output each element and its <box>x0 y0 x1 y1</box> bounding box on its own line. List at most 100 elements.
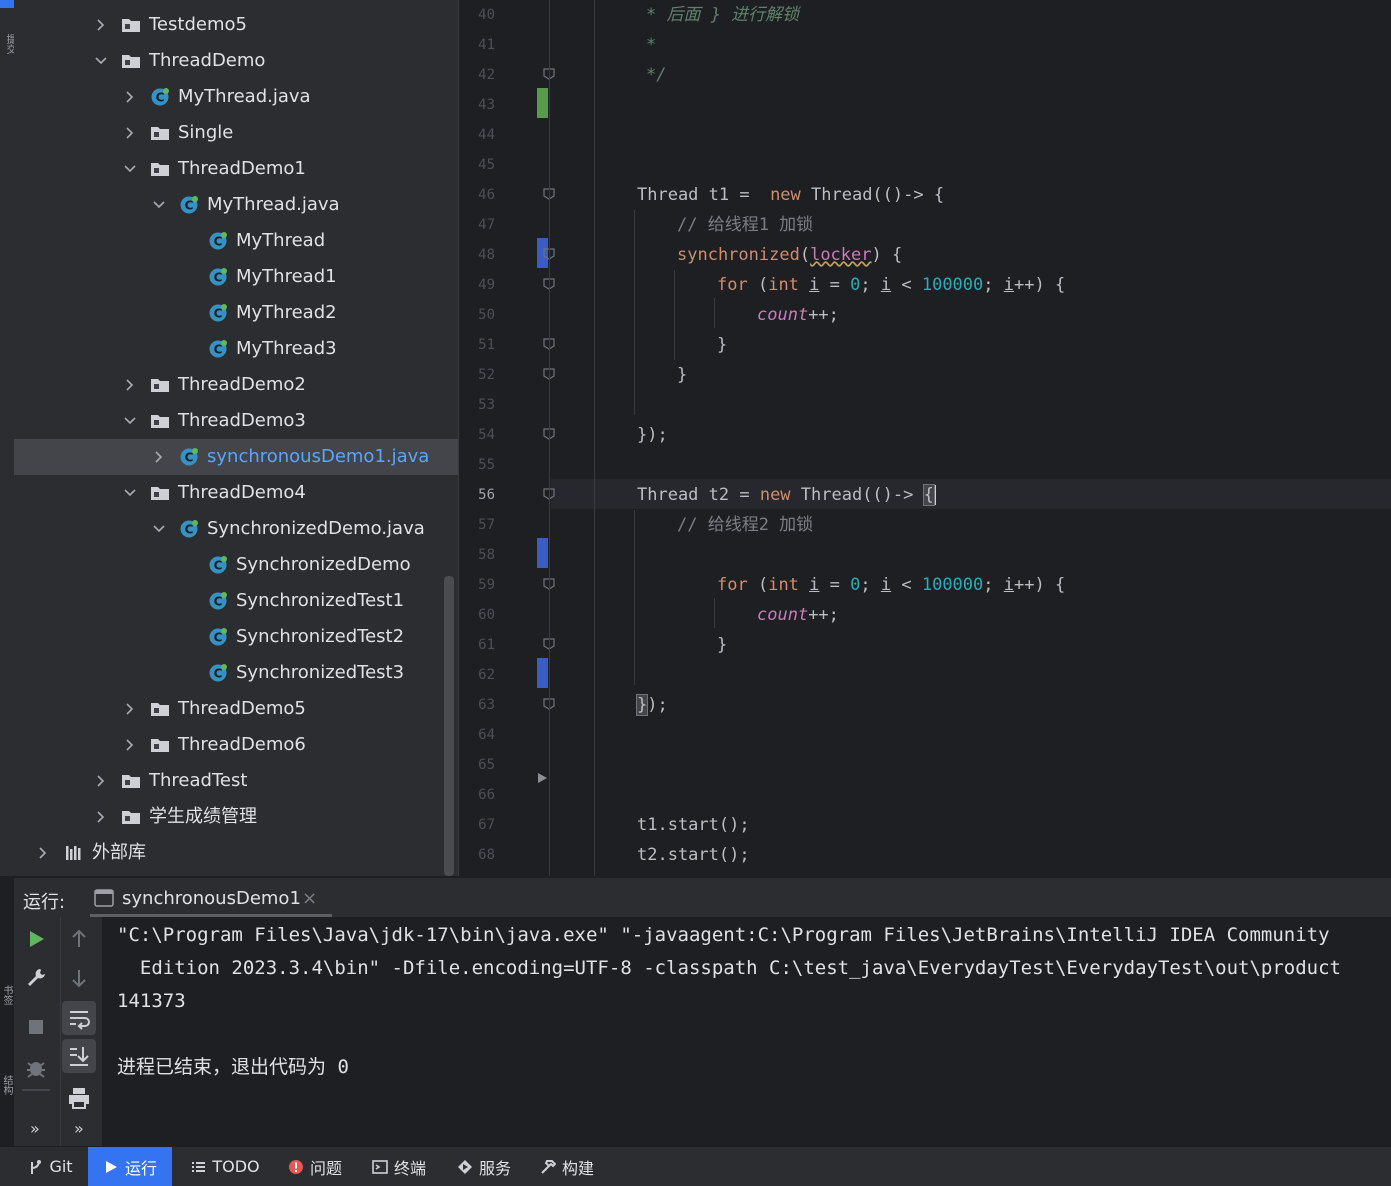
toolwindow-label: 服务 <box>478 1158 511 1178</box>
rerun-icon[interactable] <box>22 925 50 953</box>
tree-item[interactable]: ThreadDemo6 <box>14 727 458 763</box>
tree-item[interactable]: ThreadDemo1 <box>14 151 458 187</box>
bookmarks-tool-label[interactable]: 书签 <box>0 985 14 1045</box>
chevron-right-icon[interactable] <box>152 450 166 464</box>
more-actions-icon[interactable]: » <box>74 1119 84 1138</box>
vcs-modified-marker[interactable] <box>537 538 548 568</box>
chevron-right-icon[interactable] <box>123 90 137 104</box>
soft-wrap-icon[interactable] <box>65 1004 93 1032</box>
chevron-down-icon[interactable] <box>94 54 108 68</box>
class-icon: C <box>209 268 227 286</box>
tree-item[interactable]: ThreadDemo5 <box>14 691 458 727</box>
code-line-48: synchronized(locker) { <box>677 245 903 265</box>
toolwindow-problems[interactable]: 问题 <box>282 1147 348 1186</box>
class-icon: C <box>209 232 227 250</box>
chevron-right-icon[interactable] <box>36 846 50 860</box>
svg-text:C: C <box>156 91 165 105</box>
stop-icon[interactable] <box>22 1013 50 1041</box>
tree-item-label: Testdemo5 <box>149 14 247 35</box>
code-editor[interactable]: * 后面 } 进行解锁 * */ Thread t1 = new Thread(… <box>550 0 1391 876</box>
more-tools-icon[interactable]: » <box>30 1119 40 1138</box>
tree-item[interactable]: C SynchronizedTest3 <box>14 655 458 691</box>
settings-wrench-icon[interactable] <box>22 964 50 992</box>
line-number: 66 <box>478 787 495 803</box>
tree-item[interactable]: 外部库 <box>14 835 458 871</box>
close-tab-icon[interactable]: × <box>302 888 317 909</box>
toolwindow-todo-list[interactable]: TODO <box>182 1147 268 1186</box>
locker-field: locker <box>810 245 872 265</box>
tree-item[interactable]: C MyThread.java <box>14 79 458 115</box>
chevron-right-icon[interactable] <box>94 774 108 788</box>
tree-item-label: SynchronizedTest2 <box>236 626 405 647</box>
tree-item[interactable]: C MyThread1 <box>14 259 458 295</box>
chevron-right-icon[interactable] <box>94 18 108 32</box>
code-line-50: count++; <box>757 305 839 325</box>
chevron-right-icon[interactable] <box>123 126 137 140</box>
vcs-added-marker[interactable] <box>537 88 548 118</box>
arrow-down-icon[interactable] <box>65 964 93 992</box>
class-icon: C <box>209 340 227 358</box>
tree-item[interactable]: C SynchronizedTest1 <box>14 583 458 619</box>
chevron-down-icon[interactable] <box>152 522 166 536</box>
chevron-down-icon[interactable] <box>152 198 166 212</box>
chevron-right-icon[interactable] <box>123 378 137 392</box>
console-line: Edition 2023.3.4\bin" -Dfile.encoding=UT… <box>117 957 1341 979</box>
tree-item[interactable]: C MyThread2 <box>14 295 458 331</box>
tree-item[interactable]: ThreadDemo3 <box>14 403 458 439</box>
run-gutter-icon[interactable] <box>536 772 548 784</box>
chevron-down-icon[interactable] <box>123 486 137 500</box>
chevron-down-icon[interactable] <box>123 414 137 428</box>
structure-tool-label[interactable]: 结构 <box>0 1075 14 1135</box>
chevron-right-icon[interactable] <box>123 738 137 752</box>
line-number: 56 <box>478 487 495 503</box>
toolwindow-terminal[interactable]: 终端 <box>364 1147 434 1186</box>
tree-item[interactable]: C SynchronizedDemo <box>14 547 458 583</box>
print-icon[interactable] <box>65 1084 93 1112</box>
tree-item[interactable]: ThreadDemo <box>14 43 458 79</box>
tree-item[interactable]: Single <box>14 115 458 151</box>
chevron-down-icon[interactable] <box>123 162 137 176</box>
toolwindow-run[interactable]: 运行 <box>88 1147 172 1186</box>
svg-text:C: C <box>214 667 223 681</box>
tree-item[interactable]: CsynchronousDemo1.java <box>14 439 458 475</box>
toolwindow-build-hammer[interactable]: 构建 <box>532 1147 602 1186</box>
tree-item[interactable]: 学生成绩管理 <box>14 799 458 835</box>
matched-brace: } <box>635 694 649 716</box>
tree-scrollbar[interactable] <box>444 576 454 876</box>
commit-tool-indicator[interactable] <box>0 0 14 8</box>
tree-item[interactable]: Testdemo5 <box>14 7 458 43</box>
toolwindow-services[interactable]: 服务 <box>448 1147 520 1186</box>
chevron-right-icon[interactable] <box>94 810 108 824</box>
tree-item[interactable]: C MyThread <box>14 223 458 259</box>
run-tab[interactable]: synchronousDemo1 × <box>90 878 332 918</box>
class-icon: C <box>209 556 227 574</box>
tree-item-label: ThreadDemo3 <box>178 410 306 431</box>
tree-item[interactable]: C MyThread.java <box>14 187 458 223</box>
tree-item[interactable]: ThreadDemo4 <box>14 475 458 511</box>
class-icon: C <box>151 88 169 106</box>
arrow-up-icon[interactable] <box>65 925 93 953</box>
debug-bug-icon[interactable] <box>22 1053 50 1081</box>
vcs-modified-marker[interactable] <box>537 658 548 688</box>
line-number: 50 <box>478 307 495 323</box>
folder-icon <box>151 739 169 752</box>
toolwindow-git-branch[interactable]: Git <box>22 1147 78 1186</box>
commit-tool-label[interactable]: 提交 <box>0 14 15 74</box>
code-line-60: count++; <box>757 605 839 625</box>
tree-item[interactable]: ThreadTest <box>14 763 458 799</box>
scroll-to-end-icon[interactable] <box>65 1042 93 1070</box>
tree-item[interactable]: C SynchronizedDemo.java <box>14 511 458 547</box>
tree-item[interactable]: C SynchronizedTest2 <box>14 619 458 655</box>
chevron-right-icon[interactable] <box>123 702 137 716</box>
line-number: 49 <box>478 277 495 293</box>
toolwindow-label: 终端 <box>393 1158 426 1178</box>
svg-text:C: C <box>214 559 223 573</box>
console-line: 141373 <box>117 990 186 1012</box>
tree-item[interactable]: ThreadDemo2 <box>14 367 458 403</box>
toolwindow-label: 运行 <box>124 1158 157 1178</box>
line-number: 48 <box>478 247 495 263</box>
tree-item[interactable]: C MyThread3 <box>14 331 458 367</box>
console-output[interactable] <box>14 917 1391 1146</box>
line-number: 65 <box>478 757 495 773</box>
tree-item-label: SynchronizedTest1 <box>236 590 405 611</box>
